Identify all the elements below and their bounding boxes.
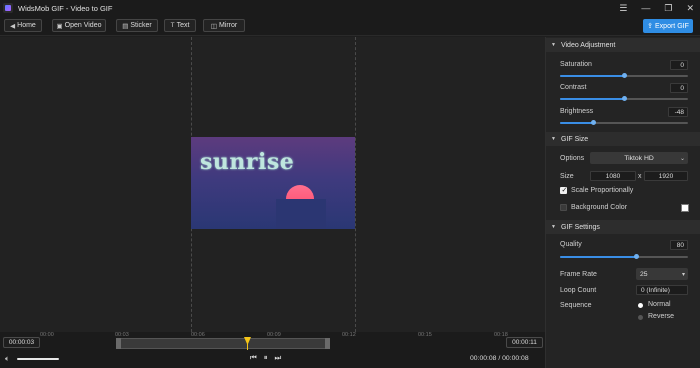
size-separator: x xyxy=(638,173,642,180)
video-icon: ▣ xyxy=(56,22,63,30)
size-label: Size xyxy=(560,173,574,180)
gif-size-header[interactable]: ▼ GIF Size xyxy=(546,132,700,146)
minimize-icon[interactable]: — xyxy=(641,3,650,13)
tick-label: 00:12 xyxy=(342,332,356,338)
section-title: Video Adjustment xyxy=(560,41,616,49)
timeline: 00:00 00:03 00:06 00:09 00:12 00:15 00:1… xyxy=(0,332,545,368)
home-button[interactable]: ◀ Home xyxy=(4,19,42,32)
background-color-label: Background Color xyxy=(571,204,628,211)
preview-canvas: sunrise xyxy=(0,37,545,332)
back-arrow-icon: ◀ xyxy=(10,22,16,30)
scale-proportionally-label: Scale Proportionally xyxy=(571,187,634,194)
options-label: Options xyxy=(560,155,585,162)
sticker-button[interactable]: ▤ Sticker xyxy=(116,19,158,32)
width-field[interactable]: 1080 xyxy=(590,171,636,181)
collapse-triangle-icon: ▼ xyxy=(551,224,556,230)
sticker-label: Sticker xyxy=(130,22,152,29)
playback-time: 00:00:08 / 00:00:08 xyxy=(470,355,529,362)
window-title: WidsMob GIF - Video to GIF xyxy=(18,3,113,13)
brightness-label: Brightness xyxy=(560,108,594,115)
height-field[interactable]: 1920 xyxy=(644,171,688,181)
menu-icon[interactable]: ☰ xyxy=(619,3,627,14)
sequence-label: Sequence xyxy=(560,302,592,309)
toolbar: ◀ Home ▣ Open Video ▤ Sticker T Text ◫ M… xyxy=(0,16,700,36)
close-icon[interactable]: ✕ xyxy=(686,3,694,14)
open-video-label: Open Video xyxy=(64,22,102,29)
previous-frame-icon[interactable]: ⏮︎ xyxy=(250,353,257,363)
sticker-icon: ▤ xyxy=(122,22,129,30)
loop-count-field[interactable]: 0 (Infinite) xyxy=(636,285,688,295)
window-controls: ☰ — ❐ ✕ xyxy=(619,0,694,16)
trim-track[interactable] xyxy=(116,338,330,349)
quality-slider[interactable] xyxy=(560,254,688,259)
frame-rate-dropdown[interactable]: 25 ▾ xyxy=(636,268,688,280)
quality-value[interactable]: 80 xyxy=(670,240,688,250)
restore-icon[interactable]: ❐ xyxy=(664,3,672,14)
text-icon: T xyxy=(170,22,175,29)
section-title: GIF Size xyxy=(560,135,589,143)
chevron-down-icon: ⌄ xyxy=(679,155,685,162)
end-time-field[interactable]: 00:00:11 xyxy=(506,337,543,348)
mirror-label: Mirror xyxy=(218,22,238,29)
open-video-button[interactable]: ▣ Open Video xyxy=(52,19,106,32)
tick-label: 00:15 xyxy=(418,332,432,338)
saturation-value[interactable]: 0 xyxy=(670,60,688,70)
next-frame-icon[interactable]: ⏭︎ xyxy=(275,353,282,363)
sequence-normal-radio[interactable] xyxy=(638,303,643,308)
time-separator: / xyxy=(498,355,501,362)
size-options-dropdown[interactable]: Tiktok HD ⌄ xyxy=(590,152,688,164)
sequence-reverse-label: Reverse xyxy=(648,313,675,320)
video-adjustment-header[interactable]: ▼ Video Adjustment xyxy=(546,38,700,52)
contrast-value[interactable]: 0 xyxy=(670,83,688,93)
scale-proportionally-checkbox[interactable]: ✓ xyxy=(560,187,567,194)
sequence-normal-label: Normal xyxy=(648,301,671,308)
current-time: 00:00:08 xyxy=(470,355,497,362)
start-time-field[interactable]: 00:00:03 xyxy=(3,337,40,348)
mirror-button[interactable]: ◫ Mirror xyxy=(203,19,245,32)
trim-handle-left[interactable] xyxy=(116,338,121,349)
home-label: Home xyxy=(17,22,36,29)
frame-rate-value: 25 xyxy=(640,270,648,278)
contrast-label: Contrast xyxy=(560,84,587,91)
size-options-value: Tiktok HD xyxy=(624,154,654,162)
section-title: GIF Settings xyxy=(560,223,600,231)
gif-settings-header[interactable]: ▼ GIF Settings xyxy=(546,220,700,234)
brightness-value[interactable]: -48 xyxy=(668,107,688,117)
total-time: 00:00:08 xyxy=(502,355,529,362)
saturation-slider[interactable] xyxy=(560,73,688,78)
volume-icon[interactable]: 🔈︎ xyxy=(5,354,10,364)
pause-icon[interactable]: ⏸︎ xyxy=(264,353,268,363)
title-bar: WidsMob GIF - Video to GIF ☰ — ❐ ✕ xyxy=(0,0,700,16)
app-logo-icon xyxy=(3,3,13,13)
loop-count-label: Loop Count xyxy=(560,287,597,294)
trim-handle-right[interactable] xyxy=(325,338,330,349)
crop-guide-right xyxy=(355,37,356,332)
contrast-slider[interactable] xyxy=(560,96,688,101)
mirror-icon: ◫ xyxy=(210,22,217,30)
text-button[interactable]: T Text xyxy=(164,19,196,32)
volume-slider[interactable] xyxy=(17,358,59,360)
sequence-reverse-radio[interactable] xyxy=(638,315,643,320)
export-gif-button[interactable]: ⇪ Export GIF xyxy=(643,19,693,33)
chevron-down-icon: ▾ xyxy=(681,271,685,278)
text-label: Text xyxy=(176,22,190,29)
frame-rate-label: Frame Rate xyxy=(560,271,597,278)
tick-label: 00:00 xyxy=(40,332,54,338)
brightness-slider[interactable] xyxy=(560,120,688,125)
preview-text[interactable]: sunrise xyxy=(200,149,294,175)
playback-controls: ⏮︎ ⏸︎ ⏭︎ xyxy=(250,353,281,363)
collapse-triangle-icon: ▼ xyxy=(551,42,556,48)
collapse-triangle-icon: ▼ xyxy=(551,136,556,142)
background-color-checkbox[interactable] xyxy=(560,204,567,211)
settings-panel: ▼ Video Adjustment Saturation 0 Contrast… xyxy=(545,37,700,368)
video-preview[interactable]: sunrise xyxy=(191,137,355,229)
export-icon: ⇪ xyxy=(647,23,654,30)
export-label: Export GIF xyxy=(655,22,689,30)
quality-label: Quality xyxy=(560,241,582,248)
saturation-label: Saturation xyxy=(560,61,592,68)
background-color-swatch[interactable] xyxy=(681,204,689,212)
